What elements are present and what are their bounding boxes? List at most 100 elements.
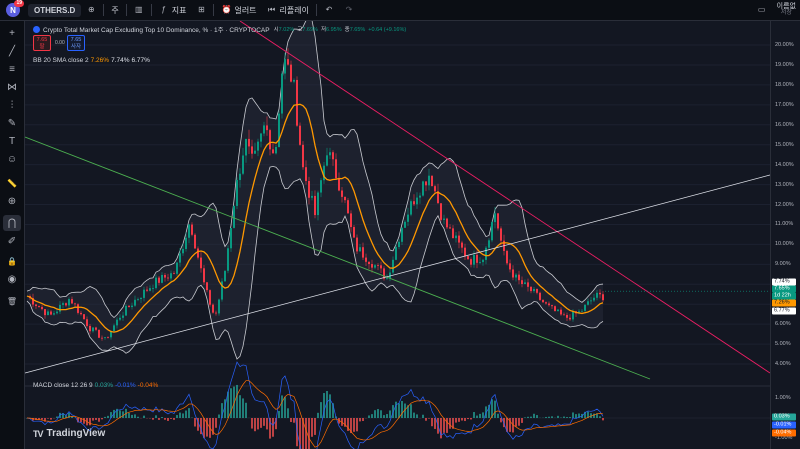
macd-histogram-bar (602, 418, 604, 421)
candle-body (125, 305, 127, 316)
macd-histogram-bar (368, 415, 370, 418)
macd-histogram-bar (329, 394, 331, 418)
emoji-tool[interactable]: ☺ (3, 151, 21, 167)
templates-button[interactable]: ⊞ (191, 0, 211, 20)
candle-body (80, 312, 82, 315)
undo-button[interactable]: ↶ (319, 0, 339, 20)
macd-legend[interactable]: MACD close 12 26 9 0.03% -0.01% -0.04% (33, 382, 158, 389)
macd-tick: 1.00% (775, 395, 791, 401)
candle-body (593, 297, 595, 301)
indicators-button[interactable]: ƒ 지표 (154, 0, 192, 20)
candle-body (155, 277, 157, 289)
candle-body (281, 73, 283, 114)
candle-body (59, 304, 61, 312)
projection-tool[interactable]: ⫶ (3, 97, 21, 113)
candle-body (431, 175, 433, 187)
alert-button[interactable]: ⏰ 얼러트 (216, 0, 261, 20)
candle-body (599, 292, 601, 295)
candle-body (392, 259, 394, 273)
buy-button[interactable]: 7.65 사자 (67, 35, 85, 51)
chart-type-button[interactable]: ▥ (129, 0, 149, 20)
symbol-search-button[interactable]: OTHERS.D (28, 3, 82, 17)
candle-body (95, 327, 97, 330)
user-avatar[interactable]: N 19 (6, 0, 24, 17)
macd-histogram-bar (314, 418, 316, 435)
candle-body (137, 298, 139, 300)
macd-histogram-bar (422, 414, 424, 418)
macd-label: 0.03% (772, 413, 796, 421)
macd-histogram-bar (161, 416, 163, 418)
candle-body (275, 146, 277, 154)
text-tool[interactable]: T (3, 133, 21, 149)
candle-body (515, 274, 517, 278)
symbol-name: OTHERS.D (34, 5, 76, 15)
bb-basis-value: 7.26% (90, 57, 110, 64)
fib-tool[interactable]: ≡ (3, 61, 21, 77)
trend-line-tool[interactable]: ╱ (3, 43, 21, 59)
candle-body (167, 277, 169, 279)
macd-histogram-bar (353, 418, 355, 432)
macd-histogram-bar (563, 416, 565, 418)
candle-body (194, 234, 196, 249)
lock-tool[interactable]: 🔒 (3, 253, 21, 269)
candle-body (422, 181, 424, 196)
redo-button[interactable]: ↷ (339, 0, 359, 20)
brush-tool[interactable]: ✎ (3, 115, 21, 131)
ruler-tool[interactable]: 📏 (3, 175, 21, 191)
candle-body (530, 286, 532, 292)
candle-body (68, 299, 70, 306)
candle-body (44, 309, 46, 316)
lock-drawings-icon: ✐ (7, 235, 17, 247)
macd-histogram-bar (137, 416, 139, 418)
price-tick: 15.00% (775, 141, 794, 148)
candle-body (224, 270, 226, 282)
pattern-tool[interactable]: ⋈ (3, 79, 21, 95)
crosshair-tool[interactable]: + (3, 25, 21, 41)
compare-button[interactable]: ⊕ (81, 0, 101, 20)
eye-tool[interactable]: ◉ (3, 271, 21, 287)
candle-body (236, 179, 238, 206)
candle-body (527, 282, 529, 287)
candle-body (173, 273, 175, 275)
candle-body (131, 305, 133, 308)
candle-body (254, 150, 256, 154)
candle-body (350, 213, 352, 228)
notification-badge: 19 (14, 0, 24, 7)
bb-legend[interactable]: BB 20 SMA close 2 7.26% 7.74% 6.77% (33, 57, 150, 64)
macd-histogram-bar (41, 418, 43, 420)
candle-body (398, 241, 400, 248)
replay-button[interactable]: ⏮ 리플레이 (262, 0, 314, 20)
candle-body (572, 311, 574, 320)
trash-icon: 🗑 (6, 296, 18, 306)
sell-button[interactable]: 7.65 팔 (33, 35, 51, 51)
trash-tool[interactable]: 🗑 (3, 293, 21, 309)
macd-histogram-bar (389, 410, 391, 418)
layout-button[interactable]: ▭ (752, 0, 772, 20)
zoom-in-tool[interactable]: ⊕ (3, 193, 21, 209)
candle-body (458, 235, 460, 243)
macd-line-value: -0.01% (115, 382, 136, 389)
price-axis[interactable]: 20.00% 19.00% 18.00% 17.00% 16.00% 15.00% 14.0… (770, 21, 800, 449)
candle-body (179, 253, 181, 263)
magnet-tool[interactable]: ⋂ (3, 215, 21, 231)
candle-body (584, 304, 586, 311)
candle-body (134, 299, 136, 306)
candle-body (353, 227, 355, 238)
macd-histogram-bar (524, 417, 526, 418)
tradingview-logo[interactable]: TV TradingView (33, 428, 105, 439)
candle-body (536, 289, 538, 293)
interval-button[interactable]: 주 (106, 0, 123, 20)
macd-histogram-bar (281, 395, 283, 418)
macd-histogram-bar (251, 418, 253, 429)
layout-name-button[interactable]: 이름없 저장 (772, 0, 800, 20)
candle-body (386, 278, 388, 280)
macd-histogram-bar (599, 416, 601, 418)
lock-drawings-tool[interactable]: ✐ (3, 233, 21, 249)
price-label: 7.74% (772, 278, 796, 286)
macd-line (26, 361, 604, 449)
macd-histogram-bar (521, 418, 523, 423)
candle-body (551, 305, 553, 307)
candle-body (35, 304, 37, 307)
candles-icon: ▥ (134, 5, 143, 14)
candle-body (563, 314, 565, 316)
